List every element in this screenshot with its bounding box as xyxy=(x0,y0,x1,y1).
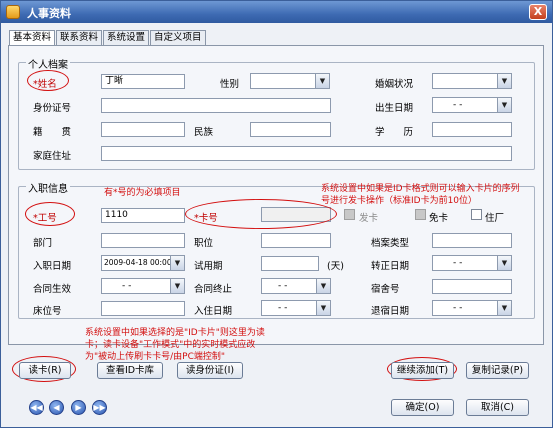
ok-button[interactable]: 确定(O) xyxy=(391,399,454,416)
archive-type-input[interactable] xyxy=(432,233,512,248)
dorm-label: 宿舍号 xyxy=(371,284,400,295)
hire-date-label: 入职日期 xyxy=(33,261,72,272)
checkin-date-label: 入住日期 xyxy=(194,306,233,317)
contract-start-picker[interactable]: - - ▼ xyxy=(101,278,185,294)
regular-date-label: 转正日期 xyxy=(371,261,410,272)
chevron-down-icon: ▼ xyxy=(497,256,511,270)
title-bar: 人事资料 X xyxy=(1,1,552,23)
trial-unit: (天) xyxy=(327,261,344,272)
chevron-down-icon: ▼ xyxy=(316,301,330,315)
birth-date-picker[interactable]: - - ▼ xyxy=(432,97,512,113)
marital-select[interactable]: ▼ xyxy=(432,73,512,89)
ethnic-label: 民族 xyxy=(194,127,214,138)
native-label: 籍 贯 xyxy=(33,127,72,138)
name-input[interactable]: 丁晰 xyxy=(101,74,185,89)
tab-contact[interactable]: 联系资料 xyxy=(56,30,103,45)
resident-label: 住厂 xyxy=(485,213,505,224)
contract-start-value: - - xyxy=(122,281,132,291)
app-icon xyxy=(6,5,20,19)
personnel-window: 人事资料 X 基本资料 联系资料 系统设置 自定义项目 个人档案 *姓名 丁晰 … xyxy=(0,0,553,428)
checkout-date-picker[interactable]: - - ▼ xyxy=(432,300,512,316)
gender-label: 性别 xyxy=(220,79,240,90)
education-input[interactable] xyxy=(432,122,512,137)
chevron-down-icon: ▼ xyxy=(497,74,511,88)
contract-end-picker[interactable]: - - ▼ xyxy=(261,278,331,294)
tab-custom-items[interactable]: 自定义项目 xyxy=(150,30,206,45)
dorm-input[interactable] xyxy=(432,279,512,294)
trial-label: 试用期 xyxy=(194,261,223,272)
cancel-button[interactable]: 取消(C) xyxy=(466,399,529,416)
birth-label: 出生日期 xyxy=(375,103,414,114)
dept-input[interactable] xyxy=(101,233,185,248)
first-record-icon[interactable]: ◀◀ xyxy=(29,400,44,415)
dept-label: 部门 xyxy=(33,238,53,249)
personal-group-label: 个人档案 xyxy=(26,56,70,71)
checkin-date-value: - - xyxy=(278,303,288,313)
chevron-down-icon: ▼ xyxy=(497,301,511,315)
bed-input[interactable] xyxy=(101,301,185,316)
workno-highlight-ellipse xyxy=(25,202,75,226)
reader-annotation: 系统设置中如果选择的是"ID卡片"则这里为读卡；读卡设备"工作模式"中的实时模式… xyxy=(85,328,265,362)
free-card-label: 免卡 xyxy=(429,213,449,224)
employment-group-label: 入职信息 xyxy=(26,180,70,195)
trial-input[interactable] xyxy=(261,256,319,271)
resident-checkbox[interactable] xyxy=(471,209,482,220)
education-label: 学 历 xyxy=(375,127,414,138)
card-annotation: 系统设置中如果是ID卡格式则可以输入卡片的序列号进行发卡操作（标准ID卡为前10… xyxy=(321,184,520,206)
name-highlight-ellipse xyxy=(27,70,69,91)
issue-card-label: 发卡 xyxy=(359,213,379,224)
ethnic-input[interactable] xyxy=(250,122,331,137)
chevron-down-icon: ▼ xyxy=(170,256,184,270)
position-input[interactable] xyxy=(261,233,331,248)
idcard-label: 身份证号 xyxy=(33,103,72,114)
prev-record-icon[interactable]: ◀ xyxy=(49,400,64,415)
next-record-icon[interactable]: ▶ xyxy=(71,400,86,415)
continue-add-button[interactable]: 继续添加(T) xyxy=(391,362,454,379)
workno-input[interactable]: 1110 xyxy=(101,208,185,223)
window-title: 人事资料 xyxy=(27,7,71,20)
archive-type-label: 档案类型 xyxy=(371,238,410,249)
read-id-card-button[interactable]: 读身份证(I) xyxy=(177,362,243,379)
address-label: 家庭住址 xyxy=(33,151,72,162)
checkout-date-value: - - xyxy=(453,303,463,313)
copy-record-button[interactable]: 复制记录(P) xyxy=(466,362,529,379)
position-label: 职位 xyxy=(194,238,214,249)
tab-bar: 基本资料 联系资料 系统设置 自定义项目 xyxy=(9,30,207,46)
tab-system-settings[interactable]: 系统设置 xyxy=(103,30,150,45)
birth-value: - - xyxy=(453,100,463,110)
checkout-date-label: 退宿日期 xyxy=(371,306,410,317)
required-note: 有*号的为必填项目 xyxy=(104,188,181,198)
regular-date-picker[interactable]: - - ▼ xyxy=(432,255,512,271)
marital-label: 婚姻状况 xyxy=(375,79,414,90)
view-id-card-db-button[interactable]: 查看ID卡库 xyxy=(97,362,163,379)
issue-card-checkbox[interactable] xyxy=(344,209,355,220)
chevron-down-icon: ▼ xyxy=(170,279,184,293)
tab-basic[interactable]: 基本资料 xyxy=(9,30,56,46)
regular-date-value: - - xyxy=(453,258,463,268)
address-input[interactable] xyxy=(101,146,512,161)
contract-start-label: 合同生效 xyxy=(33,284,72,295)
checkin-date-picker[interactable]: - - ▼ xyxy=(261,300,331,316)
native-input[interactable] xyxy=(101,122,185,137)
gender-select[interactable]: ▼ xyxy=(250,73,330,89)
chevron-down-icon: ▼ xyxy=(316,279,330,293)
contract-end-label: 合同终止 xyxy=(194,284,233,295)
chevron-down-icon: ▼ xyxy=(315,74,329,88)
hire-date-picker[interactable]: 2009-04-18 00:00:00 ▼ xyxy=(101,255,185,271)
chevron-down-icon: ▼ xyxy=(497,98,511,112)
contract-end-value: - - xyxy=(278,281,288,291)
idcard-input[interactable] xyxy=(101,98,331,113)
cardno-highlight-ellipse xyxy=(185,199,337,229)
free-card-checkbox[interactable] xyxy=(415,209,426,220)
read-card-button[interactable]: 读卡(R) xyxy=(19,362,71,379)
last-record-icon[interactable]: ▶▶ xyxy=(92,400,107,415)
close-button[interactable]: X xyxy=(529,4,547,20)
bed-label: 床位号 xyxy=(33,306,62,317)
